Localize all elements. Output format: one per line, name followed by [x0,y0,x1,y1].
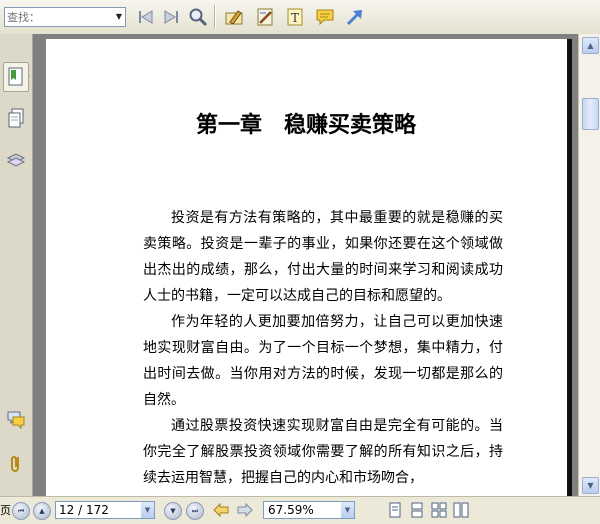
comments-panel-button[interactable] [4,408,28,432]
bookmarks-panel-button[interactable] [3,62,29,92]
back-arrow-icon [213,503,229,517]
toolbar: ▼ T [0,0,600,35]
page-number-field[interactable]: 12 / 172 ▼ [55,501,155,519]
comment-note-button[interactable] [313,6,337,28]
first-page-button[interactable]: ⏮ [12,502,30,520]
search-box[interactable]: ▼ [4,7,126,27]
next-result-icon [164,10,178,24]
last-page-button[interactable]: ⏭ [186,502,204,520]
continuous-page-icon [411,502,423,518]
body-text: 投资是有方法有策略的，其中最重要的就是稳赚的买卖策略。投资是一辈子的事业，如果你… [143,205,503,491]
zoom-dropdown-icon[interactable]: ▼ [341,502,354,518]
pencil-markup-button[interactable] [253,6,277,28]
zoom-level: 67.59% [268,503,314,517]
go-back-button[interactable] [212,501,230,519]
pages-icon [8,108,24,128]
comments-icon [7,411,25,430]
highlight-tool-icon [225,10,243,25]
single-page-layout-button[interactable] [386,501,404,519]
search-window-icon [189,8,208,27]
document-page: 第一章 稳赚买卖策略 投资是有方法有策略的，其中最重要的就是稳赚的买卖策略。投资… [46,39,572,496]
status-label-clipped: 页 [0,504,11,517]
highlight-tool-button[interactable] [222,6,246,28]
next-result-button[interactable] [159,6,183,28]
status-bar: 页 ⏮ ▲ 12 / 172 ▼ ▼ ⏭ 67.59% ▼ [0,496,600,524]
pencil-markup-icon [257,8,273,26]
page-dropdown-icon[interactable]: ▼ [141,502,154,518]
text-box-icon: T [287,8,303,26]
paperclip-icon [11,456,19,472]
zoom-field[interactable]: 67.59% ▼ [263,501,355,519]
arrow-tool-icon [346,10,362,26]
previous-page-button[interactable]: ▲ [33,502,51,520]
continuous-layout-button[interactable] [408,501,426,519]
paragraph: 作为年轻的人更加要加倍努力，让自己可以更加快速地实现财富自由。为了一个目标一个梦… [143,314,503,408]
forward-arrow-icon [237,503,253,517]
continuous-facing-icon [453,502,469,518]
previous-result-button[interactable] [134,6,158,28]
scroll-up-icon[interactable]: ▲ [582,37,599,54]
paragraph: 投资是有方法有策略的，其中最重要的就是稳赚的买卖策略。投资是一辈子的事业，如果你… [143,210,503,304]
scroll-down-icon[interactable]: ▼ [582,477,599,494]
facing-layout-button[interactable] [430,501,448,519]
document-viewer[interactable]: 第一章 稳赚买卖策略 投资是有方法有策略的，其中最重要的就是稳赚的买卖策略。投资… [33,34,578,496]
go-forward-button[interactable] [236,501,254,519]
search-window-button[interactable] [186,6,210,28]
search-input[interactable] [7,9,115,25]
previous-result-icon [139,10,153,24]
text-box-button[interactable]: T [283,6,307,28]
page-indicator: 12 / 172 [59,503,109,517]
toolbar-separator [214,5,216,29]
comment-note-icon [316,9,334,26]
svg-text:T: T [291,11,299,25]
chapter-title: 第一章 稳赚买卖策略 [195,112,416,138]
attachments-panel-button[interactable] [4,452,28,476]
bookmarks-icon [8,67,23,86]
layers-icon [6,153,26,167]
single-page-icon [389,502,401,518]
navigation-sidebar: ▶▶ [0,34,33,496]
scroll-thumb[interactable] [582,98,599,130]
search-dropdown-icon[interactable]: ▼ [113,8,125,26]
facing-pages-icon [431,502,447,518]
next-page-button[interactable]: ▼ [164,502,182,520]
pages-panel-button[interactable] [4,106,28,130]
arrow-tool-button[interactable] [343,6,367,28]
layers-panel-button[interactable] [4,149,28,173]
paragraph: 通过股票投资快速实现财富自由是完全有可能的。当你完全了解股票投资领域你需要了解的… [143,418,503,486]
continuous-facing-layout-button[interactable] [452,501,470,519]
vertical-scrollbar[interactable]: ▲ ▼ [578,34,600,496]
